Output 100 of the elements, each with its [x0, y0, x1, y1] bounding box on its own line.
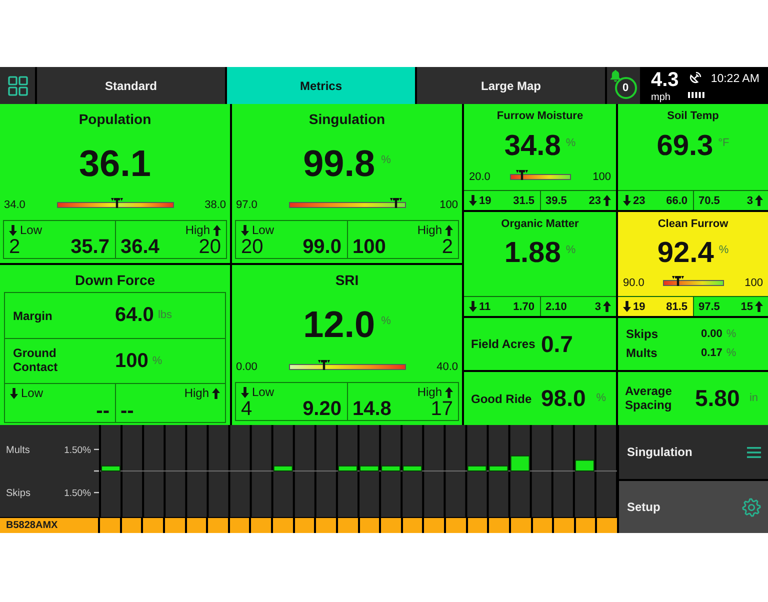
up-arrow-icon	[212, 388, 220, 398]
count-value: 20	[198, 237, 221, 257]
tab[interactable]: Standard	[37, 67, 225, 104]
unit-label: %	[381, 315, 391, 328]
row-status-tile	[554, 518, 574, 533]
average-value: 35.7	[70, 237, 110, 257]
row-status-tile	[273, 518, 293, 533]
count-value: 19	[479, 194, 492, 206]
row-status-tile	[100, 518, 120, 533]
tab[interactable]: Large Map	[417, 67, 605, 104]
stat-label: High	[185, 223, 210, 237]
average-value: 2.10	[546, 300, 567, 312]
planter-label: B5828AMX	[0, 518, 98, 533]
tab[interactable]: Metrics	[227, 67, 415, 104]
stat-label: Low	[252, 223, 274, 237]
unit-label: %	[718, 244, 729, 257]
count-value: 3	[594, 300, 601, 312]
average-value: --	[96, 401, 110, 421]
down-arrow-icon	[469, 301, 477, 312]
row-status-tile	[446, 518, 466, 533]
row-status-tile	[208, 518, 228, 533]
row-status-tile	[338, 518, 358, 533]
row-status-tile	[576, 518, 596, 533]
gauge-max-label: 100	[592, 170, 611, 184]
up-arrow-icon	[603, 195, 611, 206]
chart-bar	[360, 465, 380, 472]
row-status-tile	[143, 518, 163, 533]
series-label: Skips	[6, 488, 30, 499]
tile-title: Furrow Moisture	[496, 110, 584, 123]
unit-label: %	[726, 347, 736, 360]
up-arrow-icon	[755, 195, 763, 206]
chart-bar	[273, 465, 293, 472]
unit-label: %	[566, 137, 576, 150]
metric-label: Skips	[626, 328, 660, 341]
row-status-tile	[510, 518, 530, 533]
satellite-icon	[688, 71, 702, 85]
down-arrow-icon	[9, 224, 17, 236]
grid-icon	[8, 76, 28, 96]
row-status-tile	[468, 518, 488, 533]
row-status-tile	[424, 518, 444, 533]
average-value: 39.5	[546, 194, 567, 206]
gauge-max-label: 38.0	[204, 198, 226, 212]
row-status-tile	[230, 518, 250, 533]
stat-label: Low	[20, 223, 42, 237]
metric-value: 100	[115, 350, 148, 372]
average-value: 70.5	[698, 194, 720, 206]
count-value: 23	[588, 194, 601, 206]
average-value: 31.5	[513, 194, 534, 206]
apps-button[interactable]	[0, 67, 35, 104]
tile-title: Population	[78, 111, 152, 128]
chart-bar	[338, 465, 358, 472]
axis-tick-label: 1.50%	[64, 444, 91, 456]
count-value: 23	[633, 194, 646, 206]
count-value: 15	[740, 300, 753, 312]
alert-button[interactable]: 0	[607, 67, 640, 104]
tick-mark-icon	[94, 470, 99, 472]
gauge-max-label: 100	[440, 198, 458, 212]
stat-label: High	[184, 386, 209, 400]
gauge-max-label: 100	[744, 276, 763, 290]
gauge-min-label: 97.0	[236, 198, 258, 212]
up-arrow-icon	[755, 301, 763, 312]
chart-bar	[488, 465, 508, 472]
row-status-tile	[381, 518, 401, 533]
stat-label: High	[417, 385, 442, 399]
down-arrow-icon	[10, 388, 18, 398]
tick-mark-icon	[94, 492, 99, 494]
count-value: 3	[746, 194, 753, 206]
metric-value: 98.0	[541, 385, 586, 412]
metric-value: 0.7	[541, 330, 573, 358]
average-value: 99.0	[302, 237, 342, 257]
count-value: 2	[9, 237, 20, 257]
down-arrow-icon	[623, 195, 631, 206]
metric-label: Average Spacing	[625, 384, 673, 412]
row-status-tile	[360, 518, 380, 533]
chart-bar	[402, 465, 422, 472]
chart-bar	[574, 460, 594, 472]
chart-bar	[381, 465, 401, 472]
metric-value: 64.0	[115, 304, 154, 327]
average-value: 14.8	[352, 399, 392, 419]
series-label: Mults	[6, 445, 30, 456]
unit-label: °F	[718, 137, 730, 150]
gauge-max-label: 40.0	[436, 360, 458, 374]
stat-label: Low	[21, 386, 44, 400]
setup-button[interactable]: Setup	[619, 481, 768, 533]
row-status-tile	[186, 518, 206, 533]
menu-icon	[747, 446, 761, 458]
unit-label: %	[152, 354, 162, 368]
gauge-min-label: 20.0	[469, 170, 490, 184]
view-menu-button[interactable]: Singulation	[619, 425, 768, 479]
gauge-min-label: 34.0	[4, 198, 26, 212]
tile-title: Clean Furrow	[658, 218, 728, 231]
average-value: 9.20	[302, 399, 342, 419]
unit-label: in	[749, 392, 758, 405]
average-value: 100	[352, 237, 386, 257]
row-status-tile	[402, 518, 422, 533]
metric-value: 99.8	[303, 144, 376, 182]
speed-value: 4.3	[651, 70, 679, 90]
chart-bar	[510, 455, 530, 472]
stat-label: High	[417, 223, 442, 237]
unit-label: %	[566, 244, 576, 257]
